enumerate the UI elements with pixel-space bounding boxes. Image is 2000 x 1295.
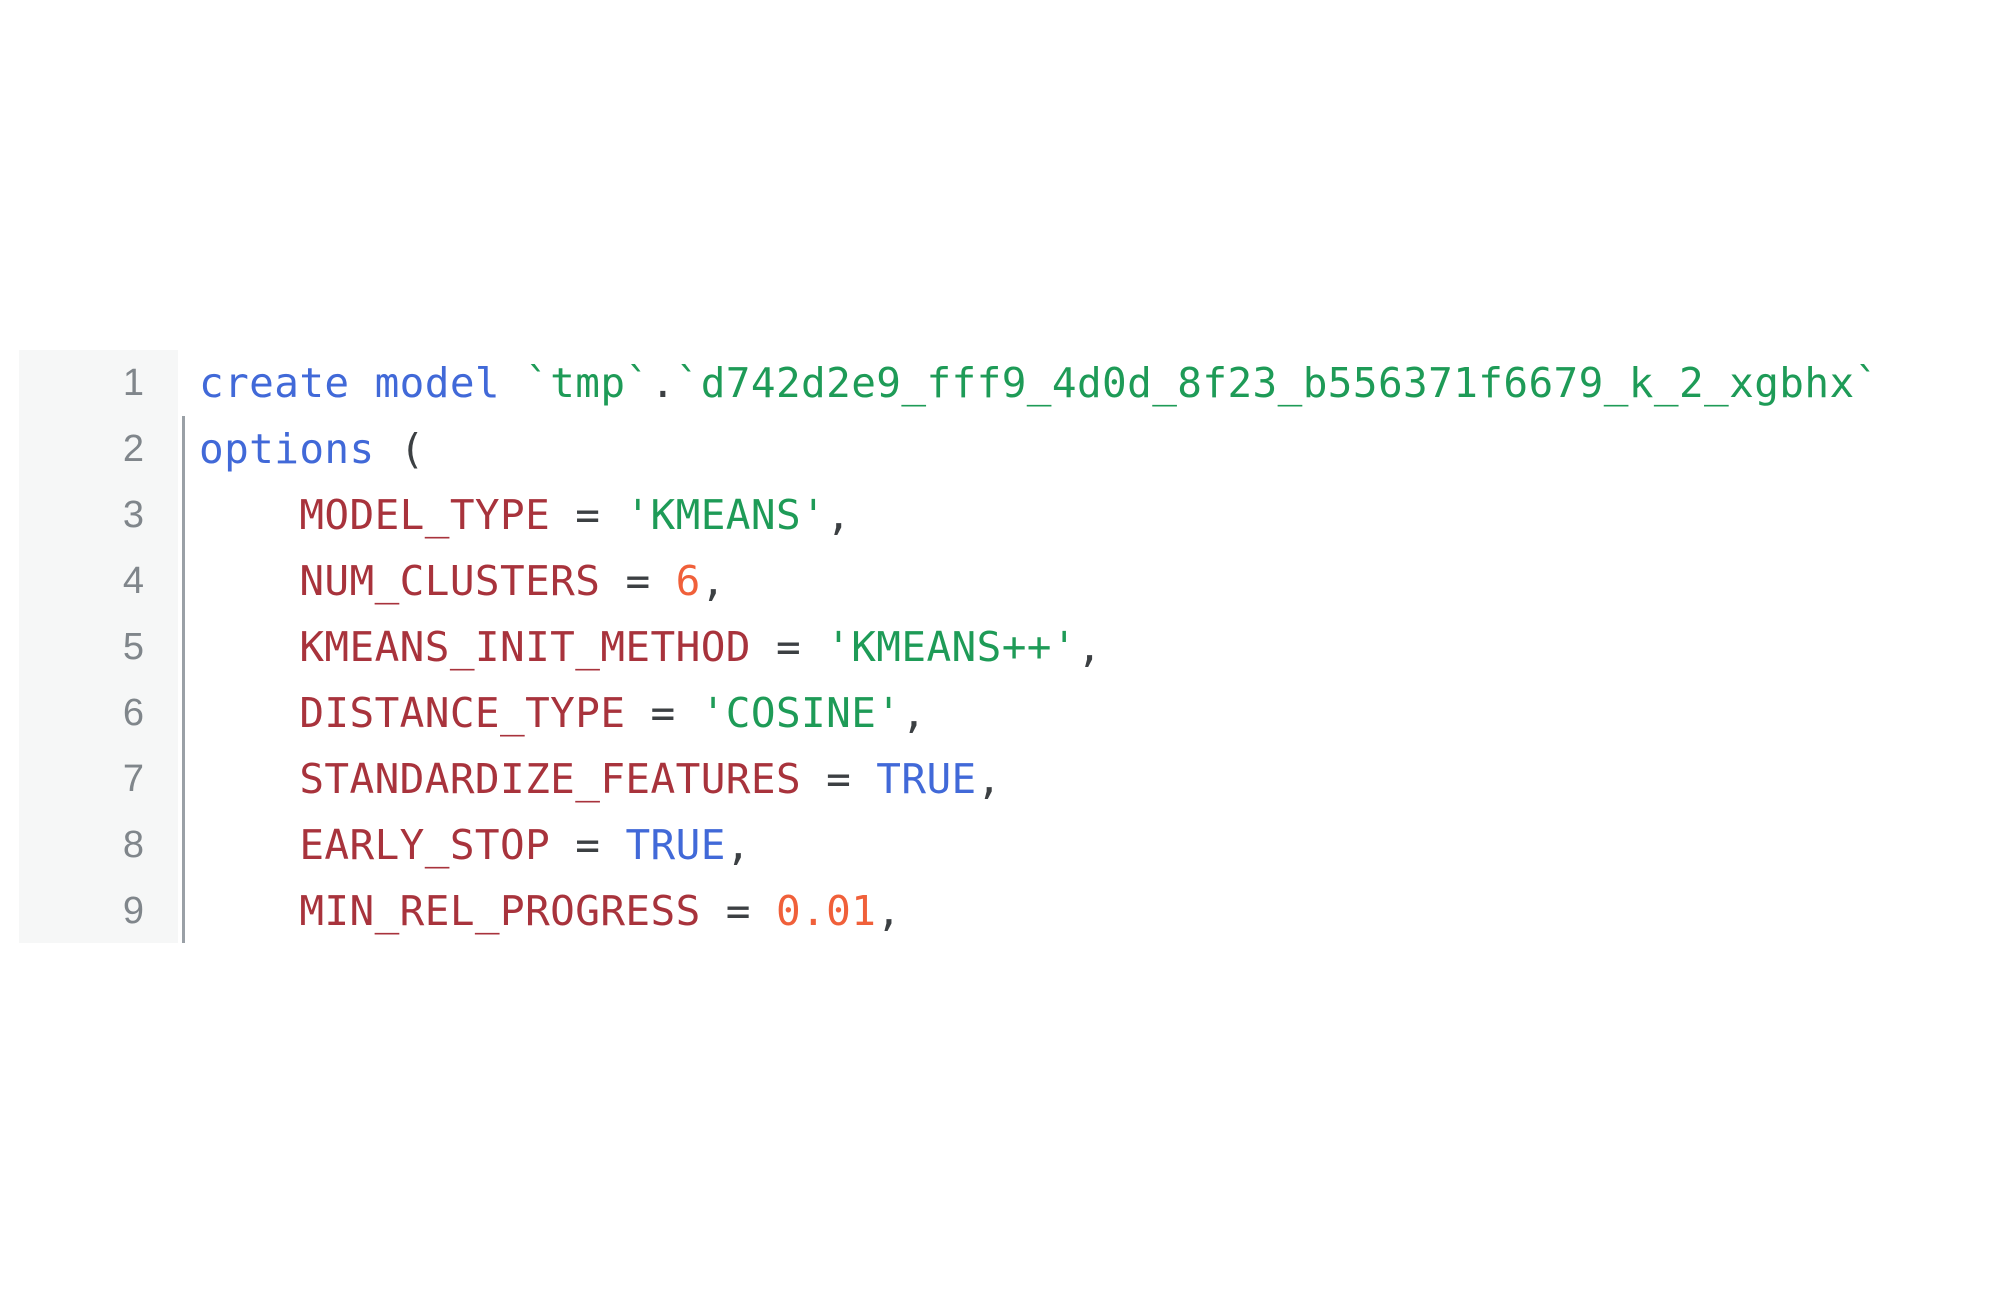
code-line[interactable]: 1 create model `tmp`.`d742d2e9_fff9_4d0d_… [19,350,2000,416]
token-option: KMEANS_INIT_METHOD [299,623,751,671]
token-string: 'COSINE' [700,689,902,737]
line-number: 2 [122,428,144,470]
token-punct: ( [399,425,425,473]
code-line[interactable]: 2 options ( [19,416,2000,482]
token-keyword: options [199,425,400,473]
token-option: NUM_CLUSTERS [299,557,601,605]
token-punct: , [826,491,852,539]
token-punct: = [625,689,701,737]
token-punct: = [801,755,877,803]
token-string: 'KMEANS' [625,491,827,539]
token-option: MIN_REL_PROGRESS [299,887,701,935]
token-punct: , [700,557,726,605]
token-string: `d742d2e9_fff9_4d0d_8f23_b556371f6679_k_… [675,359,1880,407]
token-punct: , [901,689,927,737]
token-option: STANDARDIZE_FEATURES [299,755,802,803]
code-text[interactable]: DISTANCE_TYPE = 'COSINE', [199,680,926,746]
token-punct: , [876,887,902,935]
code-line[interactable]: 3 MODEL_TYPE = 'KMEANS', [19,482,2000,548]
token-punct: = [700,887,776,935]
token-punct: , [976,755,1002,803]
code-text[interactable]: STANDARDIZE_FEATURES = TRUE, [199,746,1002,812]
token-string: 'KMEANS++' [826,623,1077,671]
line-number: 5 [122,626,144,668]
token-bool: TRUE [625,821,726,869]
line-number: 6 [122,692,144,734]
token-punct: = [600,557,676,605]
line-number: 3 [122,494,144,536]
code-line[interactable]: 7 STANDARDIZE_FEATURES = TRUE, [19,746,2000,812]
token-bool: TRUE [876,755,977,803]
token-punct: . [650,359,676,407]
code-line[interactable]: 8 EARLY_STOP = TRUE, [19,812,2000,878]
line-number: 1 [122,362,144,404]
code-line[interactable]: 4 NUM_CLUSTERS = 6, [19,548,2000,614]
token-option: MODEL_TYPE [299,491,551,539]
line-number: 9 [122,890,144,932]
token-option: EARLY_STOP [299,821,551,869]
line-number: 4 [122,560,144,602]
line-number: 7 [122,758,144,800]
token-number: 0.01 [775,887,877,935]
token-punct: , [1076,623,1103,671]
token-number: 6 [675,557,701,605]
code-line[interactable]: 9 MIN_REL_PROGRESS = 0.01, [19,878,2000,943]
code-line[interactable]: 5 KMEANS_INIT_METHOD = 'KMEANS++', [19,614,2000,680]
code-text[interactable]: create model `tmp`.`d742d2e9_fff9_4d0d_8… [199,350,1880,416]
code-text[interactable]: KMEANS_INIT_METHOD = 'KMEANS++', [199,614,1102,680]
code-text[interactable]: options ( [199,416,425,482]
token-punct: = [550,491,626,539]
code-line[interactable]: 6 DISTANCE_TYPE = 'COSINE', [19,680,2000,746]
token-string: `tmp` [525,359,651,407]
code-text[interactable]: MODEL_TYPE = 'KMEANS', [199,482,851,548]
sql-code-viewer[interactable]: 1 create model `tmp`.`d742d2e9_fff9_4d0d_… [19,350,2000,943]
token-option: DISTANCE_TYPE [299,689,626,737]
line-number: 8 [122,824,144,866]
token-punct: , [725,821,751,869]
code-text[interactable]: MIN_REL_PROGRESS = 0.01, [199,878,901,943]
code-text[interactable]: NUM_CLUSTERS = 6, [199,548,726,614]
code-text[interactable]: EARLY_STOP = TRUE, [199,812,751,878]
code-lines[interactable]: 1 create model `tmp`.`d742d2e9_fff9_4d0d_… [19,350,2000,943]
token-punct: = [750,623,827,671]
token-keyword: create model [199,359,526,407]
token-punct: = [550,821,626,869]
